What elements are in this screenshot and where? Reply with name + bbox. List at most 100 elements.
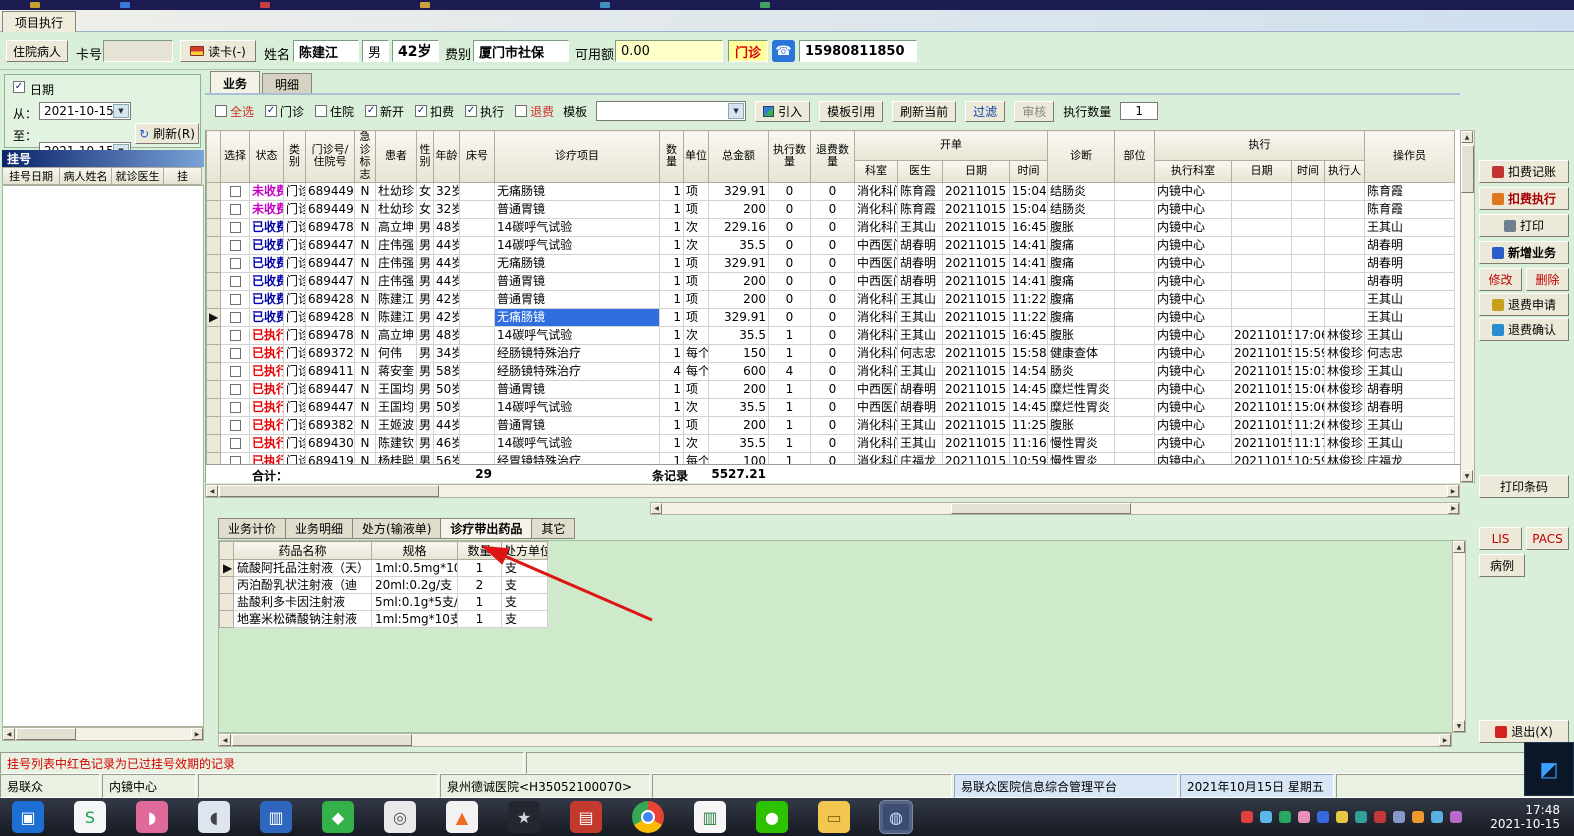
modify-button[interactable]: 修改 <box>1479 268 1522 291</box>
checkbox[interactable] <box>315 105 328 117</box>
scroll-thumb[interactable] <box>219 485 439 497</box>
checkbox[interactable] <box>265 105 278 117</box>
filter-button[interactable]: 过滤 <box>965 100 1006 122</box>
tray-icon-2[interactable] <box>1260 811 1272 823</box>
table-row[interactable]: 已收费门诊6894782N高立坤男48岁14碳呼气试验1次229.1600消化科… <box>206 217 1455 237</box>
table-row[interactable]: 已执行门诊6894478N王国均男50岁14碳呼气试验1次35.510中西医门胡… <box>206 397 1455 417</box>
audit-button[interactable]: 审核 <box>1014 100 1055 122</box>
tray-icon-11[interactable] <box>1431 811 1443 823</box>
row-checkbox[interactable] <box>229 365 241 377</box>
row-checkbox[interactable] <box>229 401 241 413</box>
template-combobox[interactable] <box>596 101 747 121</box>
tab-业务计价[interactable]: 业务计价 <box>218 518 286 539</box>
scroll-left-button[interactable]: ◀ <box>651 503 662 514</box>
scroll-right-button[interactable]: ▶ <box>1448 503 1459 514</box>
filter-checkbox-执行[interactable]: 执行 <box>465 103 504 120</box>
grid-hscrollbar[interactable]: ◀ ▶ <box>205 484 1460 498</box>
scroll-down-button[interactable]: ▼ <box>1453 720 1465 732</box>
exit-button[interactable]: 退出(X) <box>1479 720 1569 743</box>
tray-icon-4[interactable] <box>1298 811 1310 823</box>
ultraviewer-icon[interactable]: S <box>74 801 106 833</box>
drug-table-row[interactable]: 盐酸利多卡因注射液 5ml:0.1g*5支/1 支 <box>219 593 548 611</box>
filter-checkbox-退费[interactable]: 退费 <box>515 103 554 120</box>
tray-icon-3[interactable] <box>1279 811 1291 823</box>
scroll-up-button[interactable]: ▲ <box>1461 131 1473 143</box>
row-checkbox[interactable] <box>229 383 241 395</box>
tray-icon-12[interactable] <box>1450 811 1462 823</box>
registry-list-body[interactable] <box>2 185 204 727</box>
lis-button[interactable]: LIS <box>1479 527 1522 550</box>
drug-table-row[interactable]: ▶硫酸阿托品注射液（天）1ml:0.5mg*10支1支 <box>219 559 548 577</box>
row-checkbox[interactable] <box>229 419 241 431</box>
tab-处方(输液单)[interactable]: 处方(输液单) <box>352 518 441 539</box>
registry-column-header[interactable]: 就诊医生 <box>112 167 164 185</box>
row-checkbox[interactable] <box>229 239 241 251</box>
tray-icon-7[interactable] <box>1355 811 1367 823</box>
filter-checkbox-门诊[interactable]: 门诊 <box>265 103 304 120</box>
table-row[interactable]: 未收费门诊6894493N杜幼珍女32岁普通胃镜1项20000消化科门陈育霞20… <box>206 199 1455 219</box>
tray-icon-8[interactable] <box>1374 811 1386 823</box>
database-icon[interactable]: ▤ <box>570 801 602 833</box>
pane-hscrollbar[interactable]: ◀ ▶ <box>650 502 1460 515</box>
pacs-button[interactable]: PACS <box>1526 527 1569 550</box>
scroll-left-button[interactable]: ◀ <box>219 734 231 746</box>
checkbox[interactable] <box>515 105 528 117</box>
compass-icon[interactable]: ★ <box>508 801 540 833</box>
print-barcode-button[interactable]: 打印条码 <box>1479 475 1569 498</box>
table-row[interactable]: 已收费门诊6894475N庄伟强男44岁普通胃镜1项20000中西医门胡春明20… <box>206 271 1455 291</box>
tray-icon-1[interactable] <box>1241 811 1253 823</box>
checkbox[interactable] <box>215 105 227 117</box>
inpatient-toggle-button[interactable]: 住院病人 <box>6 40 68 62</box>
scroll-right-button[interactable]: ▶ <box>191 728 203 740</box>
template-ref-button[interactable]: 模板引用 <box>819 100 884 122</box>
read-card-button[interactable]: 读卡(-) <box>180 40 256 62</box>
tab-business[interactable]: 业务 <box>210 71 261 94</box>
drug-vscrollbar[interactable]: ▲ ▼ <box>1452 540 1466 733</box>
row-checkbox[interactable] <box>229 311 241 323</box>
registry-column-header[interactable]: 挂 <box>164 167 202 185</box>
tab-detail[interactable]: 明细 <box>262 73 313 94</box>
drug-table-row[interactable]: 丙泊酚乳状注射液（迪 20ml:0.2g/支 2 支 <box>219 576 548 594</box>
refresh-current-button[interactable]: 刷新当前 <box>892 100 957 122</box>
table-row[interactable]: 已执行门诊6894119N蒋安奎男58岁经肠镜特殊治疗4每个60040消化科门王… <box>206 361 1455 381</box>
grid-vscrollbar[interactable]: ▲ ▼ <box>1460 130 1475 483</box>
exec-qty-input[interactable] <box>1120 102 1159 120</box>
key-icon[interactable]: ◆ <box>322 801 354 833</box>
checkbox[interactable] <box>365 105 378 117</box>
scroll-thumb[interactable] <box>1461 145 1474 193</box>
row-checkbox[interactable] <box>229 185 241 197</box>
chrome-icon[interactable] <box>632 801 664 833</box>
scroll-right-button[interactable]: ▶ <box>1439 734 1451 746</box>
registry-hscrollbar[interactable]: ◀ ▶ <box>2 727 204 741</box>
deduct-execute-button[interactable]: 扣费执行 <box>1479 187 1569 210</box>
checkbox[interactable] <box>465 105 478 117</box>
row-checkbox[interactable] <box>229 221 241 233</box>
filter-checkbox-扣费[interactable]: 扣费 <box>415 103 454 120</box>
table-row[interactable]: 已执行门诊6893722N何伟男34岁经肠镜特殊治疗1每个15010消化科门何志… <box>206 343 1455 363</box>
start-icon[interactable]: ▣ <box>12 801 44 833</box>
import-button[interactable]: 引入 <box>755 100 811 122</box>
print-button[interactable]: 打印 <box>1479 214 1569 237</box>
drug-hscrollbar[interactable]: ◀ ▶ <box>218 733 1452 747</box>
scroll-thumb[interactable] <box>232 734 412 746</box>
new-business-button[interactable]: 新增业务 <box>1479 241 1569 264</box>
row-checkbox[interactable] <box>229 437 241 449</box>
vlc-icon[interactable]: ▲ <box>446 801 478 833</box>
scroll-right-button[interactable]: ▶ <box>1447 485 1459 497</box>
filter-checkbox-新开[interactable]: 新开 <box>365 103 404 120</box>
registry-column-header[interactable]: 病人姓名 <box>60 167 112 185</box>
taskbar-clock[interactable]: 17:48 2021-10-15 <box>1490 803 1560 831</box>
delete-button[interactable]: 删除 <box>1526 268 1569 291</box>
preview-icon[interactable]: ◍ <box>879 800 913 834</box>
tab-诊疗带出药品[interactable]: 诊疗带出药品 <box>440 518 532 539</box>
tray-icon-10[interactable] <box>1412 811 1424 823</box>
date-checkbox[interactable] <box>13 81 25 93</box>
table-row[interactable]: 已执行门诊6894308N陈建钦男46岁14碳呼气试验1次35.510消化科门王… <box>206 433 1455 453</box>
scroll-up-button[interactable]: ▲ <box>1453 541 1465 553</box>
refresh-button[interactable]: ↻ 刷新(R) <box>135 123 199 144</box>
table-row[interactable]: 已收费门诊6894475N庄伟强男44岁无痛肠镜1项329.9100中西医门胡春… <box>206 253 1455 273</box>
from-date-dropdown[interactable]: 2021-10-15 <box>39 102 131 120</box>
refund-apply-button[interactable]: 退费申请 <box>1479 293 1569 316</box>
qq-icon[interactable]: ◖ <box>198 801 230 833</box>
table-row[interactable]: ▶已收费门诊6894282N陈建江男42岁无痛肠镜1项329.9100消化科门王… <box>206 307 1455 327</box>
